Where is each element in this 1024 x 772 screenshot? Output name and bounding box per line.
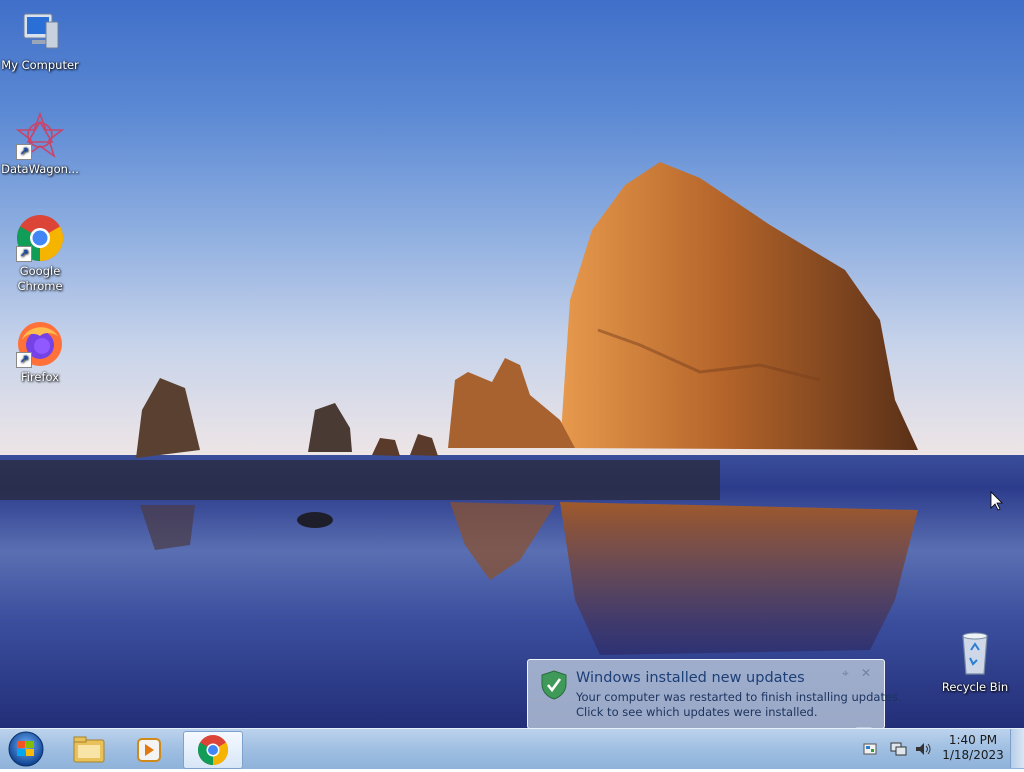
folder-icon <box>73 736 105 763</box>
computer-icon <box>16 8 64 56</box>
windows-start-icon <box>8 731 44 767</box>
network-icon[interactable] <box>890 741 908 757</box>
notification-body: Your computer was restarted to finish in… <box>576 690 902 720</box>
action-center-icon[interactable] <box>862 741 878 757</box>
taskbar-explorer-button[interactable] <box>60 731 118 767</box>
clock-date: 1/18/2023 <box>942 748 1004 762</box>
notification-pin-icon[interactable]: ⌖ <box>842 666 849 681</box>
desktop-icon-label: Google Chrome <box>17 264 63 293</box>
notification-line-1: Your computer was restarted to finish in… <box>576 690 902 704</box>
taskbar-chrome-button[interactable] <box>183 731 243 769</box>
notification-line-2: Click to see which updates were installe… <box>576 705 818 719</box>
desktop-icon-label: Firefox <box>20 370 60 384</box>
taskbar-clock[interactable]: 1:40 PM 1/18/2023 <box>926 733 1020 763</box>
notification-title: Windows installed new updates <box>576 670 805 686</box>
taskbar <box>0 728 1024 769</box>
notification-close-icon[interactable]: ✕ <box>861 666 871 680</box>
desktop-icon-label: DataWagon... <box>1 162 79 176</box>
datawagon-icon: ↗ <box>15 111 65 160</box>
media-player-icon <box>137 738 161 762</box>
desktop-icon-label: Recycle Bin <box>941 680 1009 694</box>
desktop[interactable]: My Computer ↗ DataWagon... ↗ Google Chro… <box>0 0 1024 728</box>
shortcut-arrow-icon: ↗ <box>16 352 32 368</box>
desktop-icon-datawagon[interactable]: ↗ DataWagon... <box>0 111 80 177</box>
update-notification-balloon[interactable]: Windows installed new updates Your compu… <box>527 659 902 728</box>
desktop-icon-label: My Computer <box>1 58 79 72</box>
chrome-icon: ↗ <box>16 214 64 262</box>
clock-time: 1:40 PM <box>948 733 998 747</box>
wallpaper-rocks <box>0 162 1003 655</box>
desktop-icon-my-computer[interactable]: My Computer <box>0 8 80 73</box>
desktop-icon-google-chrome[interactable]: ↗ Google Chrome <box>0 214 80 294</box>
firefox-icon: ↗ <box>16 320 64 368</box>
chrome-icon <box>197 735 229 765</box>
shortcut-arrow-icon: ↗ <box>16 246 32 262</box>
show-desktop-button[interactable] <box>1010 729 1024 768</box>
recycle-bin-icon <box>951 630 999 678</box>
taskbar-media-player-button[interactable] <box>120 731 178 767</box>
desktop-icon-recycle-bin[interactable]: Recycle Bin <box>935 630 1015 695</box>
start-button[interactable] <box>5 730 45 768</box>
desktop-icon-firefox[interactable]: ↗ Firefox <box>0 320 80 385</box>
shortcut-arrow-icon: ↗ <box>16 144 32 160</box>
shield-check-icon <box>540 670 568 700</box>
